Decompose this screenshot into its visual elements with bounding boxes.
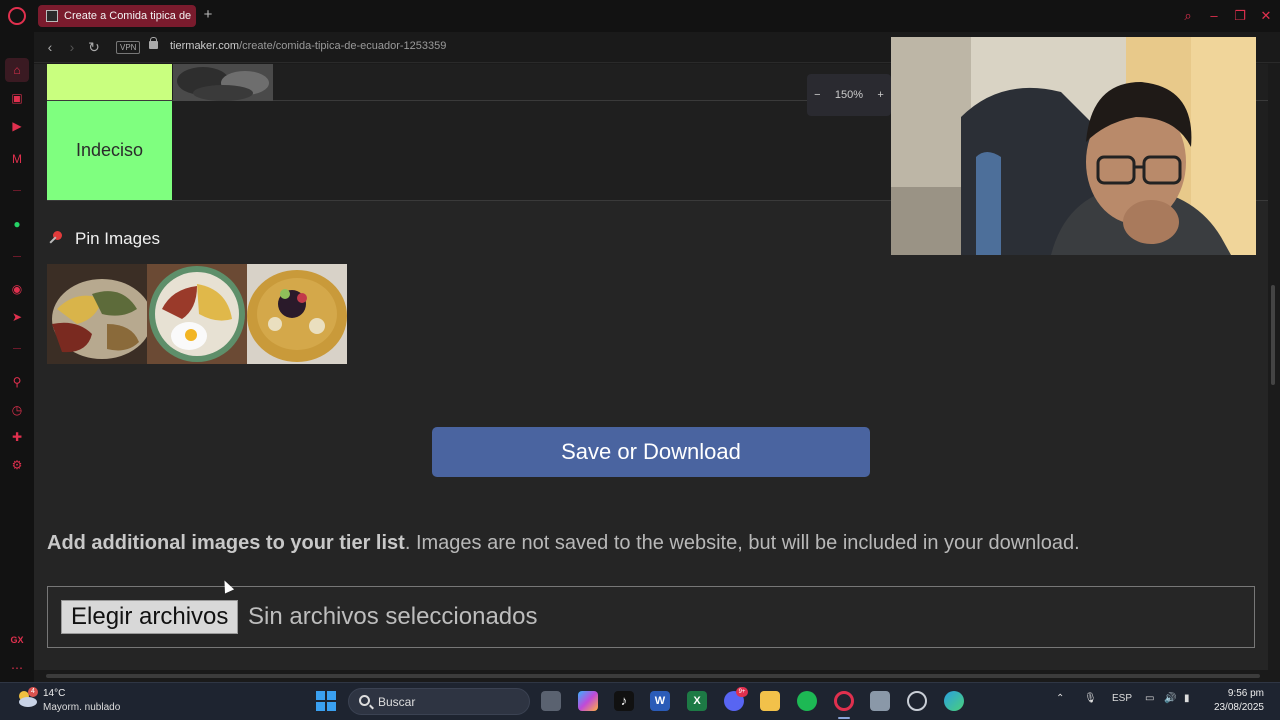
additional-images-bold: Add additional images to your tier list	[47, 532, 405, 554]
additional-images-text: Add additional images to your tier list.…	[47, 532, 1080, 555]
opera-logo-icon[interactable]	[8, 7, 26, 25]
zoom-in-button[interactable]: +	[877, 89, 883, 101]
pin-image-1[interactable]	[47, 264, 147, 364]
whatsapp-icon[interactable]: ●	[9, 216, 25, 232]
zoom-level: 150%	[834, 89, 864, 101]
twitch-icon[interactable]: ▶	[9, 118, 25, 134]
taskbar-search-placeholder: Buscar	[378, 695, 416, 709]
weather-temperature[interactable]: 14°C	[43, 688, 65, 699]
zoom-out-button[interactable]: −	[814, 89, 820, 101]
tiermaker-favicon-icon	[46, 10, 58, 22]
file-input-box[interactable]: Elegir archivos Sin archivos seleccionad…	[47, 586, 1255, 648]
sidebar-separator	[13, 190, 21, 191]
copilot-icon[interactable]	[578, 691, 598, 711]
tray-overflow-icon[interactable]: ⌃	[1056, 693, 1064, 704]
excel-icon[interactable]: X	[687, 691, 707, 711]
sidebar-separator	[13, 348, 21, 349]
weather-description[interactable]: Mayorm. nublado	[43, 702, 120, 713]
pin-image-3[interactable]	[247, 264, 347, 364]
spotify-icon[interactable]	[797, 691, 817, 711]
pin-images-label: Pin Images	[75, 229, 161, 248]
volume-icon[interactable]: 🔊	[1164, 693, 1176, 704]
windows-taskbar: 4 14°C Mayorm. nublado Buscar ♪ W X 9+ ⌃…	[0, 682, 1280, 720]
microphone-icon[interactable]: 🎙	[1084, 693, 1097, 704]
network-icon[interactable]: ▭	[1145, 693, 1154, 704]
clock-date[interactable]: 23/08/2025	[1214, 702, 1264, 713]
webcam-overlay	[891, 37, 1256, 255]
obs-capture-icon[interactable]	[870, 691, 890, 711]
more-icon[interactable]: ⋯	[9, 660, 25, 676]
minimize-icon[interactable]: –	[1202, 4, 1226, 28]
save-or-download-button[interactable]: Save or Download	[432, 427, 870, 477]
pin-image-2[interactable]	[147, 264, 247, 364]
settings-icon[interactable]: ⚙	[9, 457, 25, 473]
active-app-indicator	[838, 717, 850, 719]
vpn-badge[interactable]: VPN	[116, 41, 141, 54]
window-controls: ⌕ – ❐ ✕	[1176, 0, 1280, 32]
battery-icon[interactable]: ▮	[1184, 693, 1190, 704]
reload-icon[interactable]: ↻	[85, 38, 103, 56]
edge-icon[interactable]	[944, 691, 964, 711]
messenger-icon[interactable]: M	[9, 151, 25, 167]
url-field[interactable]: tiermaker.com/create/comida-tipica-de-ec…	[170, 40, 446, 52]
file-explorer-icon[interactable]	[760, 691, 780, 711]
send-icon[interactable]: ➤	[9, 309, 25, 325]
gaming-icon[interactable]: ▣	[9, 90, 25, 106]
gx-label[interactable]: GX	[9, 632, 25, 648]
close-icon[interactable]: ✕	[1254, 4, 1278, 28]
zoom-popup: − 150% +	[807, 74, 891, 116]
weather-badge: 4	[28, 687, 38, 697]
opera-gx-taskbar-icon[interactable]	[834, 691, 854, 711]
browser-titlebar: Create a Comida tipica de + ⌕ – ❐ ✕	[0, 0, 1280, 32]
browser-search-icon[interactable]: ⌕	[1176, 4, 1200, 28]
app-icon[interactable]	[907, 691, 927, 711]
tier-label[interactable]: Indeciso	[47, 101, 172, 200]
player-icon[interactable]: ◉	[9, 281, 25, 297]
extensions-icon[interactable]: ✚	[9, 429, 25, 445]
horizontal-scrollbar[interactable]	[34, 670, 1280, 682]
pushpin-icon	[47, 230, 65, 248]
vertical-scrollbar[interactable]	[1271, 285, 1275, 385]
new-tab-button[interactable]: +	[200, 6, 216, 24]
pin-icon[interactable]: ⚲	[9, 374, 25, 390]
task-view-icon[interactable]	[541, 691, 561, 711]
taskbar-search-box[interactable]: Buscar	[348, 688, 530, 715]
word-icon[interactable]: W	[650, 691, 670, 711]
tiktok-icon[interactable]: ♪	[614, 691, 634, 711]
lock-icon[interactable]	[149, 37, 158, 49]
language-indicator[interactable]: ESP	[1112, 693, 1132, 704]
tier-label[interactable]	[47, 64, 172, 100]
tab-title: Create a Comida tipica de	[64, 10, 192, 22]
clock-time[interactable]: 9:56 pm	[1228, 688, 1264, 699]
browser-tab-active[interactable]: Create a Comida tipica de	[38, 5, 196, 27]
search-icon	[359, 695, 370, 706]
choose-files-button[interactable]: Elegir archivos	[61, 600, 239, 634]
forward-icon[interactable]: ›	[63, 38, 81, 56]
file-input-status: Sin archivos seleccionados	[248, 603, 538, 630]
back-icon[interactable]: ‹	[41, 38, 59, 56]
sidebar-separator	[13, 256, 21, 257]
history-icon[interactable]: ◷	[9, 402, 25, 418]
screen: Create a Comida tipica de + ⌕ – ❐ ✕ ⌂ ▣ …	[0, 0, 1280, 720]
restore-icon[interactable]: ❐	[1228, 4, 1252, 28]
additional-images-note: . Images are not saved to the website, b…	[404, 532, 1080, 554]
horizontal-scrollbar-thumb[interactable]	[46, 674, 1260, 678]
url-path: /create/comida-tipica-de-ecuador-1253359	[239, 40, 447, 52]
pin-images-heading: Pin Images	[47, 229, 160, 249]
discord-badge: 9+	[736, 687, 748, 697]
tier-item-image[interactable]	[173, 64, 273, 101]
browser-sidebar: ⌂ ▣ ▶ M ● ◉ ➤ ⚲ ◷ ✚ ⚙ GX ⋯	[0, 32, 34, 682]
home-icon[interactable]: ⌂	[5, 58, 29, 82]
url-domain: tiermaker.com	[170, 40, 240, 52]
windows-start-icon[interactable]	[316, 691, 336, 711]
